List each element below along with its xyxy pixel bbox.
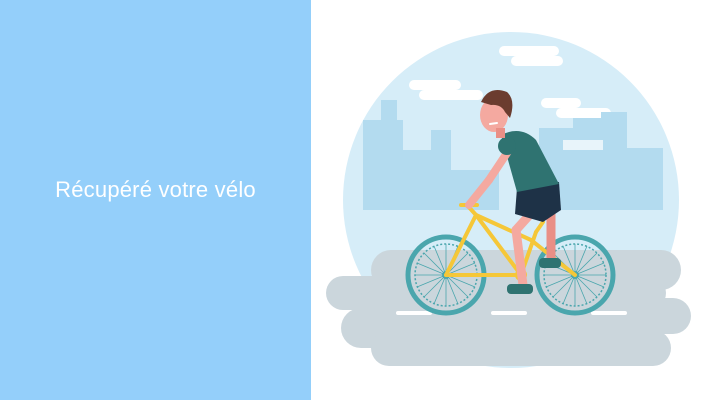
- slide-title: Récupéré votre vélo: [55, 177, 256, 202]
- cyclist-illustration: [326, 32, 691, 368]
- left-panel: Récupéré votre vélo: [0, 0, 311, 400]
- rider-shoe-back: [539, 258, 561, 268]
- road: [326, 250, 691, 366]
- rider-neck: [496, 128, 505, 138]
- rider-shoe: [507, 284, 533, 294]
- right-panel: [311, 0, 711, 400]
